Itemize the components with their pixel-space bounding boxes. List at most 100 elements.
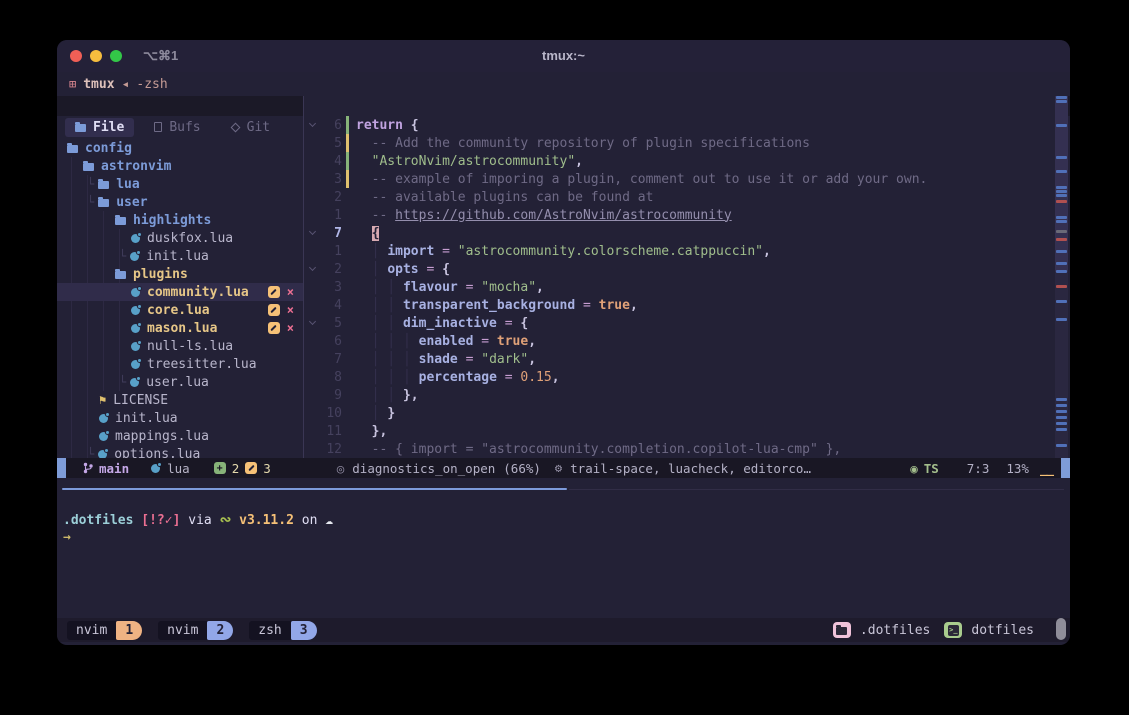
tree-item-label: user [116, 195, 147, 210]
code-token [356, 352, 372, 367]
close-icon[interactable]: × [287, 321, 294, 335]
code-line[interactable]: 7 { [304, 224, 1055, 242]
tree-item-treesitter.lua[interactable]: treesitter.lua [57, 355, 303, 373]
modified-badge[interactable] [268, 322, 280, 334]
code-line[interactable]: 6 │ │ │ enabled = true, [304, 332, 1055, 350]
diagnostics-icon: ◎ [337, 461, 345, 476]
tree-item-highlights[interactable]: highlights [57, 211, 303, 229]
scroll-mark [1056, 250, 1067, 253]
code-text: -- example of imporing a plugin, comment… [356, 172, 927, 187]
code-line[interactable]: 3 │ │ flavour = "mocha", [304, 278, 1055, 296]
tmux-session-tab[interactable]: ⊞ tmux ◂ -zsh [57, 72, 1070, 96]
code-line[interactable]: 5 -- Add the community repository of plu… [304, 134, 1055, 152]
tree-item-init.lua[interactable]: └init.lua [57, 247, 303, 265]
tree-item-duskfox.lua[interactable]: duskfox.lua [57, 229, 303, 247]
changed-icon [245, 462, 257, 474]
code-token: }, [403, 388, 419, 403]
tree-connector: └ [119, 375, 126, 389]
line-number: 12 [320, 442, 342, 457]
cursor-block: { [372, 226, 380, 241]
session-name: tmux [83, 77, 114, 92]
sign-column [346, 188, 349, 206]
code-line[interactable]: 7 │ │ │ shade = "dark", [304, 350, 1055, 368]
code-line[interactable]: 2 -- available plugins can be found at [304, 188, 1055, 206]
fold-arrow-icon[interactable] [304, 268, 320, 270]
sign-column [346, 350, 349, 368]
explorer-tab-git[interactable]: Git [221, 118, 280, 137]
tree-item-plugins[interactable]: plugins [57, 265, 303, 283]
code-line[interactable]: 12 -- { import = "astrocommunity.complet… [304, 440, 1055, 458]
tree-item-lua[interactable]: └lua [57, 175, 303, 193]
code-editor[interactable]: 6return {5 -- Add the community reposito… [304, 96, 1055, 458]
code-text: -- available plugins can be found at [356, 190, 653, 205]
scrollbar-thumb[interactable] [1055, 96, 1068, 272]
fold-arrow-icon[interactable] [304, 322, 320, 324]
tree-item-init.lua[interactable]: init.lua [57, 409, 303, 427]
explorer-tab-bufs[interactable]: Bufs [144, 118, 210, 137]
sign-column [346, 368, 349, 386]
code-text: -- https://github.com/AstroNvim/astrocom… [356, 208, 732, 223]
code-token: } [387, 406, 395, 421]
code-line[interactable]: 4 │ │ transparent_background = true, [304, 296, 1055, 314]
code-line[interactable]: 10 │ } [304, 404, 1055, 422]
code-line[interactable]: 6return { [304, 116, 1055, 134]
tree-item-config[interactable]: config [57, 139, 303, 157]
code-line[interactable]: 8 │ │ │ percentage = 0.15, [304, 368, 1055, 386]
tree-item-mappings.lua[interactable]: mappings.lua [57, 427, 303, 445]
tree-item-community.lua[interactable]: community.lua× [57, 283, 303, 301]
close-icon[interactable]: × [287, 303, 294, 317]
folder-icon [115, 217, 126, 225]
tmux-window-1[interactable]: nvim1 [67, 621, 142, 640]
lua-icon [131, 324, 140, 333]
line-number: 4 [320, 298, 342, 313]
code-line[interactable]: 4 "AstroNvim/astrocommunity", [304, 152, 1055, 170]
license-icon: ⚑ [99, 393, 106, 407]
sign-column [346, 404, 349, 422]
sign-column [346, 386, 349, 404]
code-token: }, [372, 424, 388, 439]
fold-arrow-icon[interactable] [304, 232, 320, 234]
tree-item-options.lua[interactable]: └options.lua [57, 445, 303, 458]
added-count: 2 [232, 461, 240, 476]
tree-item-astronvim[interactable]: astronvim [57, 157, 303, 175]
code-line[interactable]: 3 -- example of imporing a plugin, comme… [304, 170, 1055, 188]
tmux-window-2[interactable]: nvim2 [158, 621, 233, 640]
code-line[interactable]: 1 -- https://github.com/AstroNvim/astroc… [304, 206, 1055, 224]
code-token [356, 388, 372, 403]
code-line[interactable]: 5 │ │ dim_inactive = { [304, 314, 1055, 332]
pane-divider-active[interactable] [62, 488, 567, 490]
tree-item-LICENSE[interactable]: ⚑LICENSE [57, 391, 303, 409]
tree-item-core.lua[interactable]: core.lua× [57, 301, 303, 319]
pane-divider[interactable] [569, 489, 1064, 490]
code-token: │ │ [372, 316, 403, 331]
sign-column [346, 260, 349, 278]
scroll-mark [1056, 318, 1067, 321]
code-text: │ │ dim_inactive = { [356, 316, 528, 331]
fold-arrow-icon[interactable] [304, 124, 320, 126]
scroll-mark [1056, 170, 1067, 173]
modified-badge[interactable] [268, 286, 280, 298]
close-icon[interactable]: × [287, 285, 294, 299]
line-number: 5 [320, 136, 342, 151]
scrollbar-marks[interactable] [1055, 96, 1068, 458]
tree-item-user.lua[interactable]: └user.lua [57, 373, 303, 391]
code-token: true [599, 298, 630, 313]
code-token: │ [372, 244, 388, 259]
modified-badge[interactable] [268, 304, 280, 316]
tree-item-user[interactable]: └user [57, 193, 303, 211]
tree-item-mason.lua[interactable]: mason.lua× [57, 319, 303, 337]
code-line[interactable]: 1 │ import = "astrocommunity.colorscheme… [304, 242, 1055, 260]
code-line[interactable]: 2 │ opts = { [304, 260, 1055, 278]
tmux-window-3[interactable]: zsh3 [249, 621, 316, 640]
window-title: tmux:~ [57, 48, 1070, 63]
explorer-tab-file[interactable]: File [65, 118, 134, 137]
gear-icon: ⚙ [555, 461, 562, 475]
tree-item-null-ls.lua[interactable]: null-ls.lua [57, 337, 303, 355]
code-line[interactable]: 9 │ │ }, [304, 386, 1055, 404]
code-line[interactable]: 11 }, [304, 422, 1055, 440]
code-text: │ │ │ enabled = true, [356, 334, 536, 349]
code-token: = [481, 334, 489, 349]
filetype-label: lua [167, 461, 190, 476]
code-token: = [505, 316, 513, 331]
macos-scrollbar-thumb[interactable] [1056, 618, 1066, 640]
